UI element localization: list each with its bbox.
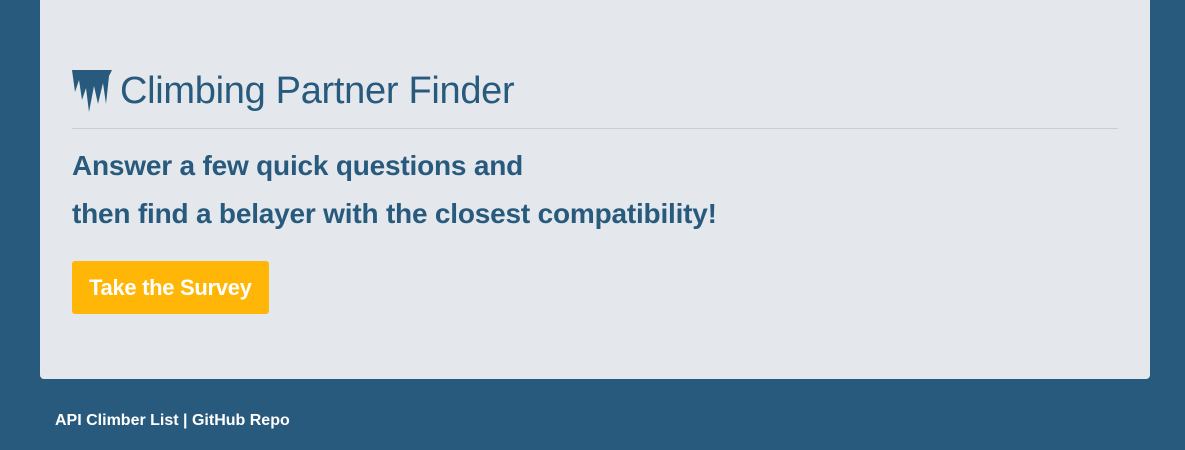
lead-line-2: then find a belayer with the closest com… [72, 198, 717, 229]
take-survey-button[interactable]: Take the Survey [72, 261, 269, 314]
lead-line-1: Answer a few quick questions and [72, 150, 524, 181]
page-title: Climbing Partner Finder [120, 70, 515, 112]
api-climber-list-link[interactable]: API Climber List [55, 412, 179, 429]
icicles-icon [72, 70, 112, 112]
page-header: Climbing Partner Finder [72, 66, 515, 116]
footer: API Climber List | GitHub Repo [55, 412, 290, 430]
github-repo-link[interactable]: GitHub Repo [192, 412, 290, 429]
hero-panel: Climbing Partner Finder Answer a few qui… [40, 0, 1150, 379]
footer-separator: | [183, 412, 188, 429]
lead-text: Answer a few quick questions and then fi… [72, 142, 717, 238]
header-divider [72, 128, 1118, 129]
